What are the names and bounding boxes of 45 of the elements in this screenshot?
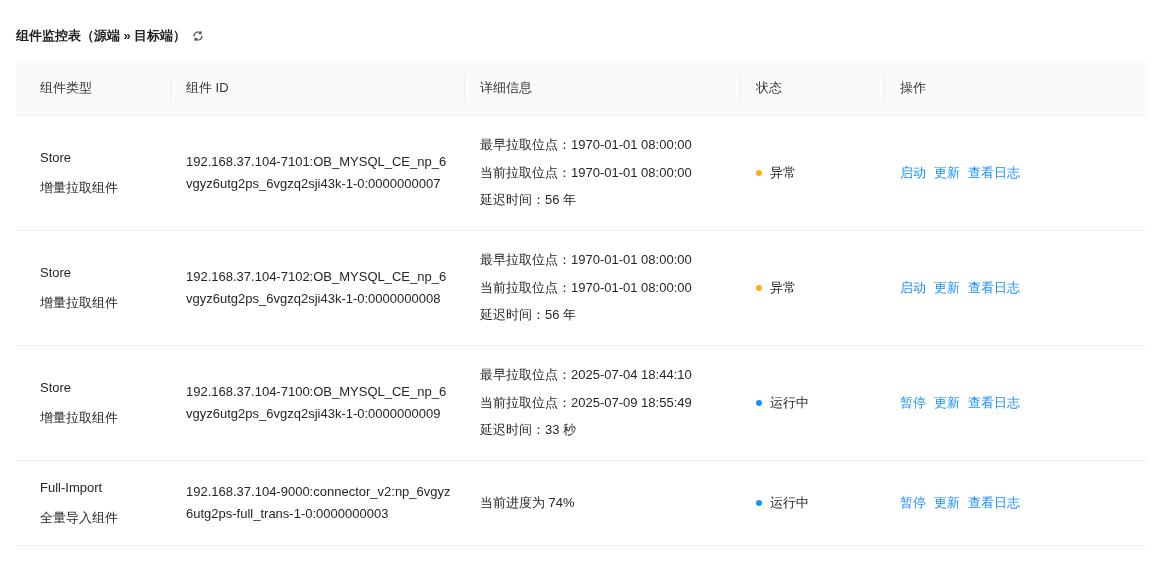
detail-line: 最早拉取位点：1970-01-01 08:00:00: [480, 136, 693, 155]
component-id: 192.168.37.104-7100:OB_MYSQL_CE_np_6vgyz6utg2ps_6vgzq2sji43k-1-0:0000000009: [186, 382, 448, 423]
status-label: 运行中: [770, 393, 809, 412]
column-header: 状态: [756, 79, 782, 98]
action-link[interactable]: 更新: [934, 492, 960, 513]
detail-line: 延迟时间：33 秒: [480, 421, 578, 440]
detail-line: 当前拉取位点：1970-01-01 08:00:00: [480, 278, 693, 297]
detail-line: 当前拉取位点：2025-07-09 18:55:49: [480, 393, 693, 412]
action-link[interactable]: 更新: [934, 277, 960, 298]
component-type: Full-Import: [40, 479, 104, 497]
action-link[interactable]: 暂停: [900, 392, 926, 413]
detail-line: 最早拉取位点：1970-01-01 08:00:00: [480, 251, 693, 270]
action-link[interactable]: 启动: [900, 277, 926, 298]
table-title: 组件监控表（源端 » 目标端）: [16, 27, 187, 45]
action-link[interactable]: 启动: [900, 162, 926, 183]
column-header: 详细信息: [480, 79, 532, 98]
detail-line: 延迟时间：56 年: [480, 191, 578, 210]
component-type: Store: [40, 149, 73, 167]
action-link[interactable]: 查看日志: [968, 392, 1020, 413]
status-label: 异常: [770, 278, 796, 297]
component-type: Store: [40, 379, 73, 397]
action-link[interactable]: 更新: [934, 392, 960, 413]
component-type-label: 全量导入组件: [40, 508, 119, 527]
detail-line: 最早拉取位点：2025-07-04 18:44:10: [480, 366, 693, 385]
refresh-icon[interactable]: [192, 29, 205, 42]
detail-line: 当前进度为 74%: [480, 493, 576, 512]
component-id: 192.168.37.104-7102:OB_MYSQL_CE_np_6vgyz6utg2ps_6vgzq2sji43k-1-0:0000000008: [186, 267, 448, 308]
component-type: Store: [40, 264, 73, 282]
action-link[interactable]: 查看日志: [968, 162, 1020, 183]
column-header: 组件类型: [40, 79, 92, 98]
status-label: 异常: [770, 163, 796, 182]
detail-line: 延迟时间：56 年: [480, 306, 578, 325]
column-header: 组件 ID: [186, 79, 229, 98]
component-type-label: 增量拉取组件: [40, 408, 119, 427]
column-header: 操作: [900, 79, 926, 98]
action-link[interactable]: 查看日志: [968, 277, 1020, 298]
action-link[interactable]: 更新: [934, 162, 960, 183]
detail-line: 当前拉取位点：1970-01-01 08:00:00: [480, 163, 693, 182]
component-id: 192.168.37.104-7101:OB_MYSQL_CE_np_6vgyz6utg2ps_6vgzq2sji43k-1-0:0000000007: [186, 152, 448, 193]
component-type-label: 增量拉取组件: [40, 178, 119, 197]
status-label: 运行中: [770, 493, 809, 512]
action-link[interactable]: 暂停: [900, 492, 926, 513]
action-link[interactable]: 查看日志: [968, 492, 1020, 513]
component-type-label: 增量拉取组件: [40, 293, 119, 312]
component-id: 192.168.37.104-9000:connector_v2:np_6vgyz6utg2ps-full_trans-1-0:0000000003: [186, 482, 452, 523]
